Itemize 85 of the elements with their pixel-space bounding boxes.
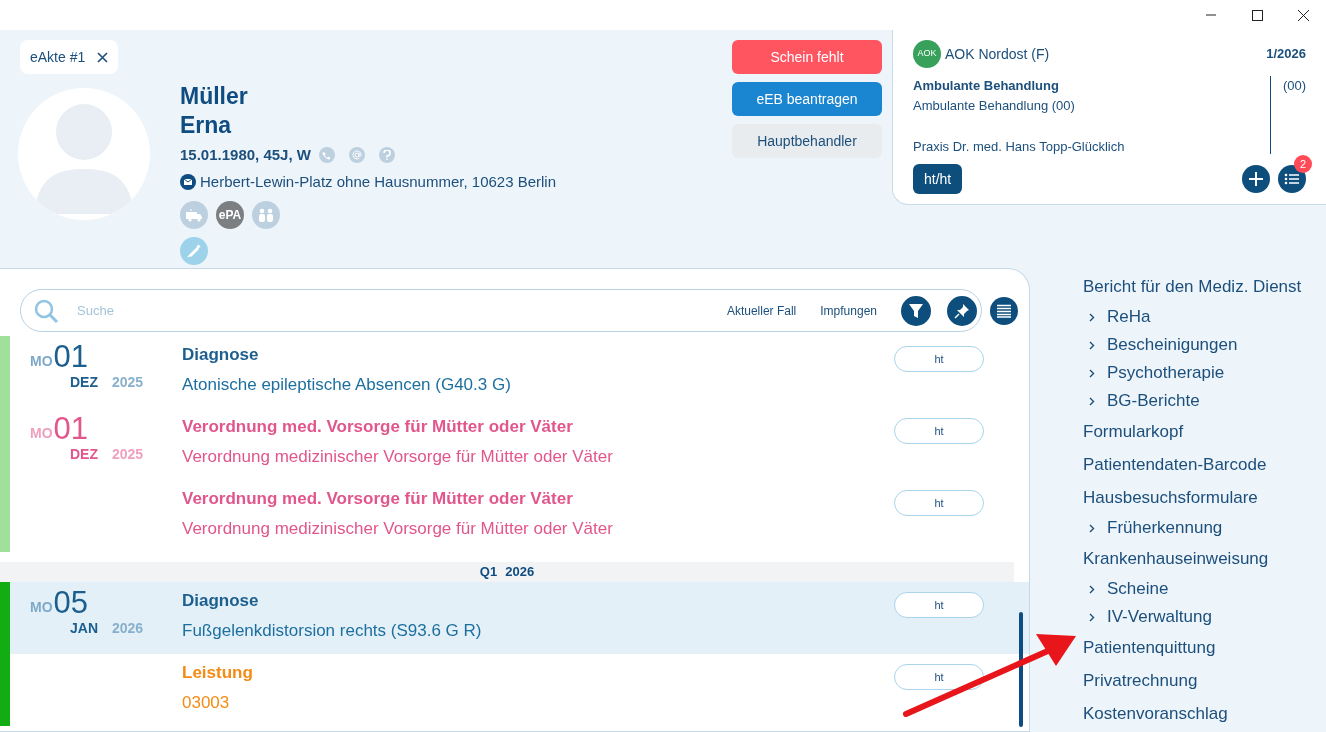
month-label: DEZ [70,445,98,464]
epa-icon[interactable]: ePA [216,201,244,229]
case-title: Ambulante Behandlung [913,77,1060,95]
doctor-tag-button[interactable]: ht [894,418,984,444]
menu-item[interactable]: Psychotherapie [1083,359,1302,387]
menu-item[interactable]: Privatrechnung [1083,664,1302,697]
scrollbar-thumb[interactable] [1019,612,1023,727]
close-icon[interactable] [1297,9,1309,21]
year-label: 2025 [112,373,144,392]
action-button[interactable]: Hauptbehandler [732,124,882,158]
day-label: 05 [53,588,89,618]
chevron-icon [1089,312,1095,322]
menu-item[interactable]: BG-Berichte [1083,387,1302,415]
action-button[interactable]: eEB beantragen [732,82,882,116]
chevron-icon [1089,340,1095,350]
weekday-label: MO [30,598,53,617]
menu-item[interactable]: Patientendaten-Barcode [1083,448,1302,481]
timeline-row[interactable]: MO05 JAN 2026 Diagnose Fußgelenkdistorsion rechts (S93.6 G R) ht [10,582,1029,654]
doctor-tag-button[interactable]: ht [894,592,984,618]
quarter-label: Q1 [479,563,498,582]
doctor-tag-button[interactable]: ht [894,346,984,372]
menu-item[interactable]: Früherkennung [1083,514,1302,542]
menu-item[interactable]: Hausbesuchsformulare [1083,481,1302,514]
insurance-logo: AOK [913,40,941,68]
case-code: (00) [1282,77,1306,95]
month-label: JAN [70,619,98,638]
year-label: 2025 [112,445,144,464]
menu-item[interactable]: ReHa [1083,303,1302,331]
entry-title: Verordnung med. Vorsorge für Mütter oder Väter [182,488,574,510]
timeline-row[interactable]: Verordnung med. Vorsorge für Mütter oder Väter Verordnung medizinischer Vorsorge für Mütter oder Väter ht [10,480,1029,552]
chevron-icon [1089,612,1095,622]
menu-item[interactable]: Formularkopf [1083,415,1302,448]
timeline-row[interactable]: MO01 DEZ 2025 Diagnose Atonische epileptische Absencen (G40.3 G) ht [10,336,1029,408]
chevron-icon [1089,396,1095,406]
pin-icon[interactable] [947,295,977,326]
filter-link[interactable]: Impfungen [820,301,877,320]
year-label: 2026 [112,619,144,638]
patient-first-name: Erna [180,111,233,140]
filter-icon[interactable] [901,295,931,326]
doctor-tag-button[interactable]: ht [894,664,984,690]
patient-details: 15.01.1980, 45J, W [180,145,311,165]
entry-title: Diagnose [182,344,260,366]
insurance-name: AOK Nordost (F) [945,44,1050,64]
chevron-icon [1089,523,1095,533]
record-tab[interactable]: eAkte #1 [20,40,119,74]
menu-item[interactable]: Bericht für den Mediz. Dienst [1083,270,1302,303]
case-text: Ambulante Behandlung (00) [913,96,1076,115]
mail-icon [180,173,196,190]
doctor-tag-button[interactable]: ht [894,490,984,516]
notification-badge: 2 [1294,155,1312,173]
entry-text: 03003 [182,691,231,714]
add-icon[interactable] [1242,165,1270,193]
search-icon [33,297,59,324]
entry-text: Fußgelenkdistorsion rechts (S93.6 G R) [182,619,483,642]
filter-link[interactable]: Aktueller Fall [726,301,797,320]
menu-item[interactable]: Kostenvoranschlag [1083,697,1302,730]
month-label: DEZ [70,373,98,392]
doctor-tag-button[interactable]: ht/ht [913,164,963,194]
year-label: 2026 [505,563,535,582]
entry-title: Diagnose [182,590,260,612]
weekday-label: MO [30,352,53,371]
entry-text: Verordnung medizinischer Vorsorge für Mütter oder Väter [182,445,614,468]
chevron-icon [1089,584,1095,594]
menu-item[interactable]: IV-Verwaltung [1083,603,1302,631]
list-view-icon[interactable] [990,296,1018,325]
menu-item[interactable]: Scheine [1083,575,1302,603]
chevron-icon [1089,368,1095,378]
entry-title: Verordnung med. Vorsorge für Mütter oder Väter [182,416,574,438]
entry-text: Verordnung medizinischer Vorsorge für Mütter oder Väter [182,517,614,540]
menu-item[interactable]: Patientenquittung [1083,631,1302,664]
quarter-label: 1/2026 [1266,45,1306,64]
entry-text: Atonische epileptische Absencen (G40.3 G) [182,373,512,396]
practice-name: Praxis Dr. med. Hans Topp-Glücklich [913,138,1126,156]
day-label: 01 [53,414,89,444]
menu-item[interactable]: Krankenhauseinweisung [1083,542,1302,575]
timeline-row[interactable]: MO01 DEZ 2025 Verordnung med. Vorsorge für Mütter oder Väter Verordnung medizinischer Vorsorge für Mütter oder Väter ht [10,408,1029,480]
timeline-row[interactable]: Leistung 03003 ht [10,654,1029,726]
menu-item[interactable]: Bescheinigungen [1083,331,1302,359]
patient-address: Herbert-Lewin-Platz ohne Hausnummer, 10623 Berlin [200,171,556,192]
close-icon[interactable] [97,51,109,63]
maximize-icon[interactable] [1251,9,1263,21]
weekday-label: MO [30,424,53,443]
day-label: 01 [53,342,89,372]
entry-title: Leistung [182,662,254,684]
patient-last-name: Müller [180,82,249,111]
